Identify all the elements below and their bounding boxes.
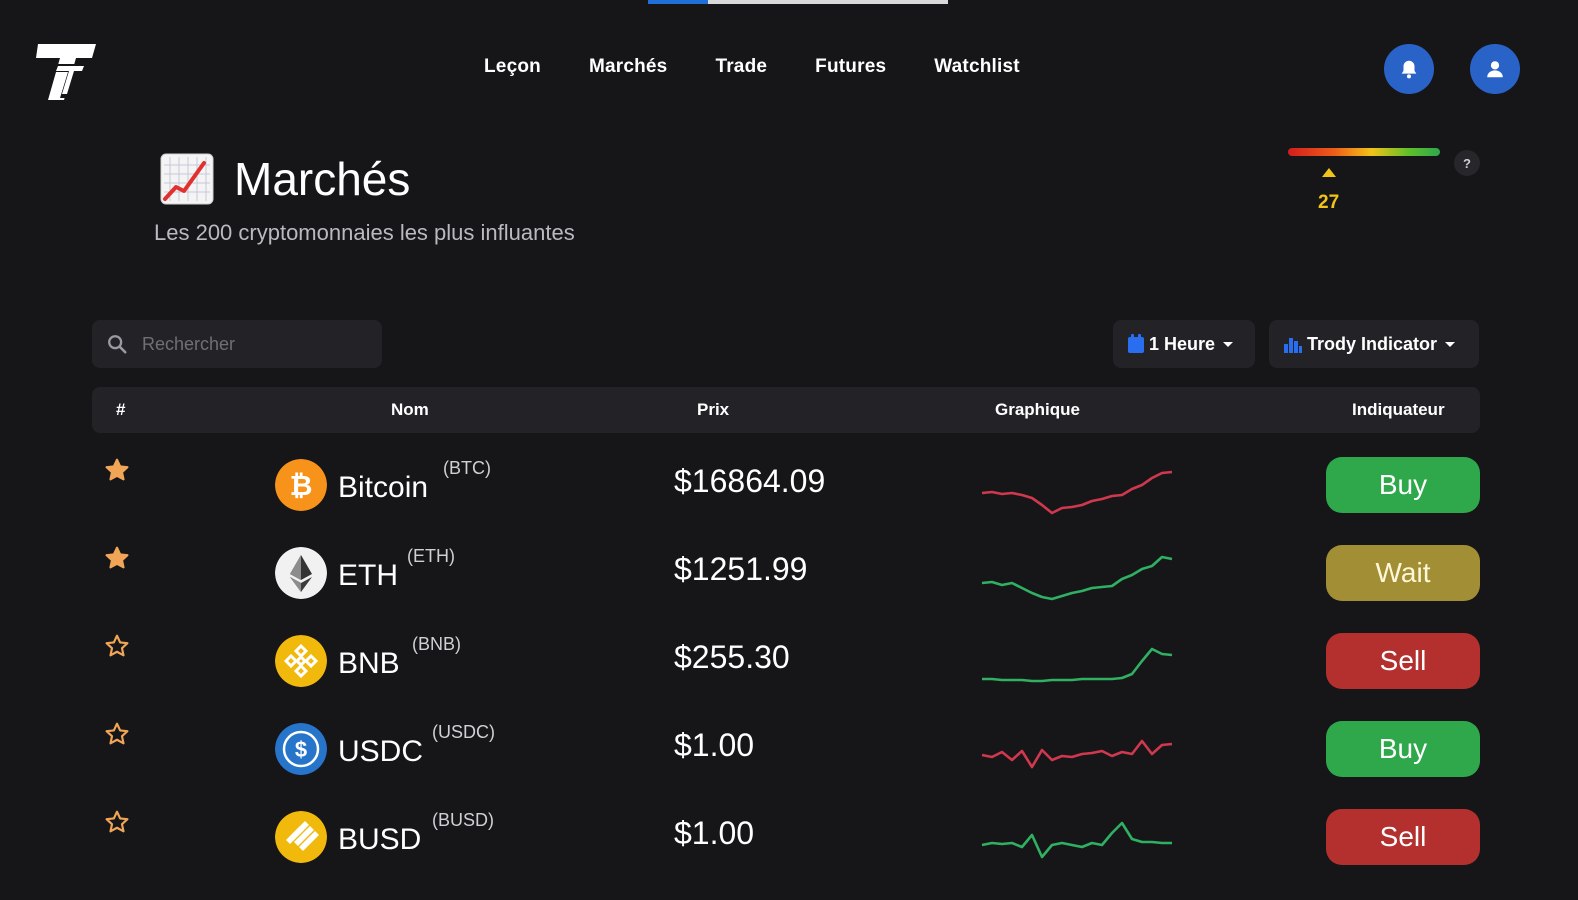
- sentiment-gauge: 27 ?: [1288, 148, 1488, 228]
- table-row[interactable]: BNB (BNB) $255.30 Sell: [92, 619, 1480, 699]
- coin-symbol: (BTC): [443, 458, 491, 478]
- price-sparkline: [981, 470, 1173, 515]
- nav-item-lecon[interactable]: Leçon: [484, 56, 541, 78]
- column-header-indicator[interactable]: Indiquateur: [1352, 400, 1445, 420]
- column-header-chart: Graphique: [995, 400, 1081, 419]
- signal-button[interactable]: Buy: [1326, 721, 1480, 777]
- top-progress-fill: [648, 0, 708, 4]
- indicator-dropdown[interactable]: Trody Indicator: [1269, 320, 1479, 368]
- page-subtitle: Les 200 cryptomonnaies les plus influant…: [154, 220, 575, 245]
- bnb-icon: [275, 635, 327, 687]
- price-sparkline: [982, 647, 1173, 683]
- top-progress-bar: [648, 0, 948, 4]
- chart-increasing-icon: [160, 153, 214, 205]
- coin-symbol: (USDC): [432, 722, 495, 742]
- price-sparkline: [981, 821, 1172, 859]
- table-row[interactable]: BUSD (BUSD) $1.00 Sell: [92, 795, 1480, 875]
- column-header-rank[interactable]: #: [116, 400, 125, 420]
- coin-price: $1251.99: [674, 551, 808, 587]
- page-title: Marchés: [160, 152, 410, 206]
- app-logo[interactable]: [36, 38, 100, 102]
- coin-name: USDC: [338, 735, 424, 768]
- search-input[interactable]: [142, 333, 362, 355]
- price-sparkline: [981, 555, 1173, 601]
- svg-text:₿: ₿: [290, 470, 313, 501]
- star-icon[interactable]: [104, 809, 130, 835]
- coin-price: $1.00: [674, 815, 755, 851]
- timeframe-dropdown[interactable]: 1 Heure: [1113, 320, 1255, 368]
- search-box: [92, 320, 382, 368]
- usdc-icon: $: [275, 723, 327, 775]
- nav-item-futures[interactable]: Futures: [815, 56, 886, 78]
- table-row[interactable]: $ USDC (USDC) $1.00 Buy: [92, 707, 1480, 787]
- star-icon[interactable]: [104, 457, 130, 483]
- page-heading: Marchés: [234, 153, 411, 205]
- notifications-button[interactable]: [1384, 44, 1434, 94]
- calendar-icon: [1128, 334, 1144, 353]
- timeframe-label: 1 Heure: [1149, 333, 1216, 354]
- table-row[interactable]: ₿ Bitcoin (BTC) $16864.09 Buy: [92, 443, 1480, 523]
- indicator-label: Trody Indicator: [1307, 333, 1438, 354]
- coin-price: $16864.09: [674, 463, 826, 499]
- coin-price: $1.00: [674, 727, 755, 763]
- user-icon: [1487, 61, 1503, 78]
- chevron-down-icon: [1445, 341, 1456, 347]
- ethereum-icon: [275, 547, 327, 599]
- main-nav: Leçon Marchés Trade Futures Watchlist: [484, 56, 1068, 78]
- coin-name: Bitcoin: [338, 471, 429, 504]
- signal-button[interactable]: Wait: [1326, 545, 1480, 601]
- column-header-name[interactable]: Nom: [391, 400, 429, 420]
- bar-chart-icon: [1284, 338, 1302, 353]
- signal-button[interactable]: Sell: [1326, 633, 1480, 689]
- busd-icon: [275, 811, 327, 863]
- coin-price: $255.30: [674, 639, 790, 675]
- signal-button[interactable]: Sell: [1326, 809, 1480, 865]
- coin-name: ETH: [338, 559, 398, 592]
- table-row[interactable]: ETH (ETH) $1251.99 Wait: [92, 531, 1480, 611]
- star-icon[interactable]: [104, 721, 130, 747]
- column-header-price[interactable]: Prix: [697, 400, 729, 420]
- search-icon: [108, 335, 127, 354]
- sentiment-gauge-bar: [1288, 148, 1440, 156]
- logo-icon: [36, 44, 96, 100]
- coin-symbol: (ETH): [407, 546, 455, 566]
- star-icon[interactable]: [104, 545, 130, 571]
- chevron-down-icon: [1223, 341, 1234, 347]
- coin-symbol: (BUSD): [432, 810, 494, 830]
- sentiment-gauge-marker: [1322, 168, 1337, 177]
- coin-name: BNB: [338, 647, 400, 680]
- nav-item-marches[interactable]: Marchés: [589, 56, 668, 78]
- coin-name: BUSD: [338, 823, 422, 856]
- coin-symbol: (BNB): [412, 634, 461, 654]
- bitcoin-icon: ₿: [275, 459, 327, 511]
- nav-item-watchlist[interactable]: Watchlist: [934, 56, 1020, 78]
- svg-text:$: $: [295, 737, 307, 762]
- nav-item-trade[interactable]: Trade: [715, 56, 767, 78]
- star-icon[interactable]: [104, 633, 130, 659]
- bell-icon: [1401, 60, 1417, 79]
- table-header: # Nom Prix Graphique Indiquateur: [92, 387, 1480, 433]
- price-sparkline: [981, 739, 1173, 769]
- signal-button[interactable]: Buy: [1326, 457, 1480, 513]
- profile-button[interactable]: [1470, 44, 1520, 94]
- sentiment-gauge-value: 27: [1318, 192, 1340, 213]
- help-button[interactable]: ?: [1454, 150, 1480, 176]
